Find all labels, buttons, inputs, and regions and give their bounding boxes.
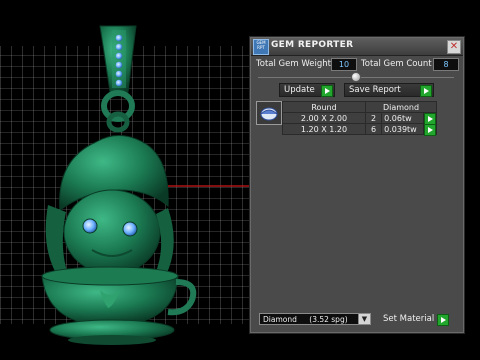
save-report-button[interactable]: Save Report — [344, 83, 434, 97]
save-report-button-label: Save Report — [349, 85, 401, 95]
set-material-button[interactable]: Set Material — [379, 313, 449, 326]
material-density: (3.52 spg) — [309, 315, 348, 324]
material-column-header: Diamond — [365, 101, 437, 113]
set-material-play-icon — [437, 314, 449, 326]
update-button-label: Update — [284, 85, 315, 95]
total-gem-weight-value: 10 — [331, 58, 357, 71]
eye-gem-left — [82, 218, 98, 234]
gem-weight-cell: 0.039tw — [381, 123, 425, 135]
gem-count-cell: 2 — [364, 112, 383, 124]
bail-gem — [115, 34, 123, 42]
material-dropdown-value: Diamond — [263, 315, 297, 324]
total-gem-count-value: 8 — [433, 58, 459, 71]
set-material-button-label: Set Material — [383, 314, 435, 324]
round-gem-thumbnail — [256, 101, 282, 125]
gem-size-cell: 2.00 X 2.00 — [282, 112, 366, 124]
panel-titlebar[interactable]: GEM RPT GEM REPORTER ✕ — [251, 38, 463, 56]
update-button[interactable]: Update — [279, 83, 335, 97]
table-header-row: Round Diamond — [282, 101, 437, 113]
slider-knob[interactable] — [351, 72, 361, 82]
character-face — [63, 189, 161, 275]
chevron-down-icon[interactable]: ▼ — [358, 314, 370, 324]
gem-weight-cell: 0.06tw — [381, 112, 425, 124]
bail-gem — [115, 52, 123, 60]
play-icon — [424, 124, 437, 136]
bail-gem — [115, 61, 123, 69]
shape-column-header: Round — [282, 101, 366, 113]
gem-table: Round Diamond 2.00 X 2.00 2 0.06tw 1.20 … — [282, 101, 437, 136]
bail-gem — [115, 70, 123, 78]
row-select-button[interactable] — [423, 123, 437, 136]
material-dropdown[interactable]: Diamond (3.52 spg) ▼ — [259, 313, 371, 325]
bail-gem — [115, 79, 123, 87]
gem-reporter-app-icon: GEM RPT — [253, 39, 269, 55]
gem-size-cell: 1.20 X 1.20 — [282, 123, 366, 135]
table-row[interactable]: 1.20 X 1.20 6 0.039tw — [282, 123, 437, 136]
bail-gem — [115, 43, 123, 51]
save-report-play-icon — [420, 85, 432, 97]
close-icon[interactable]: ✕ — [447, 40, 461, 54]
gem-shape-icon — [260, 107, 278, 121]
row-select-button[interactable] — [423, 112, 437, 125]
table-row[interactable]: 2.00 X 2.00 2 0.06tw — [282, 112, 437, 125]
panel-title: GEM REPORTER — [271, 40, 354, 50]
total-gem-count-label: Total Gem Count — [361, 59, 432, 69]
update-play-icon — [321, 85, 333, 97]
total-gem-weight-label: Total Gem Weight — [256, 59, 331, 69]
eye-gem-right — [122, 221, 138, 237]
gem-count-cell: 6 — [364, 123, 383, 135]
